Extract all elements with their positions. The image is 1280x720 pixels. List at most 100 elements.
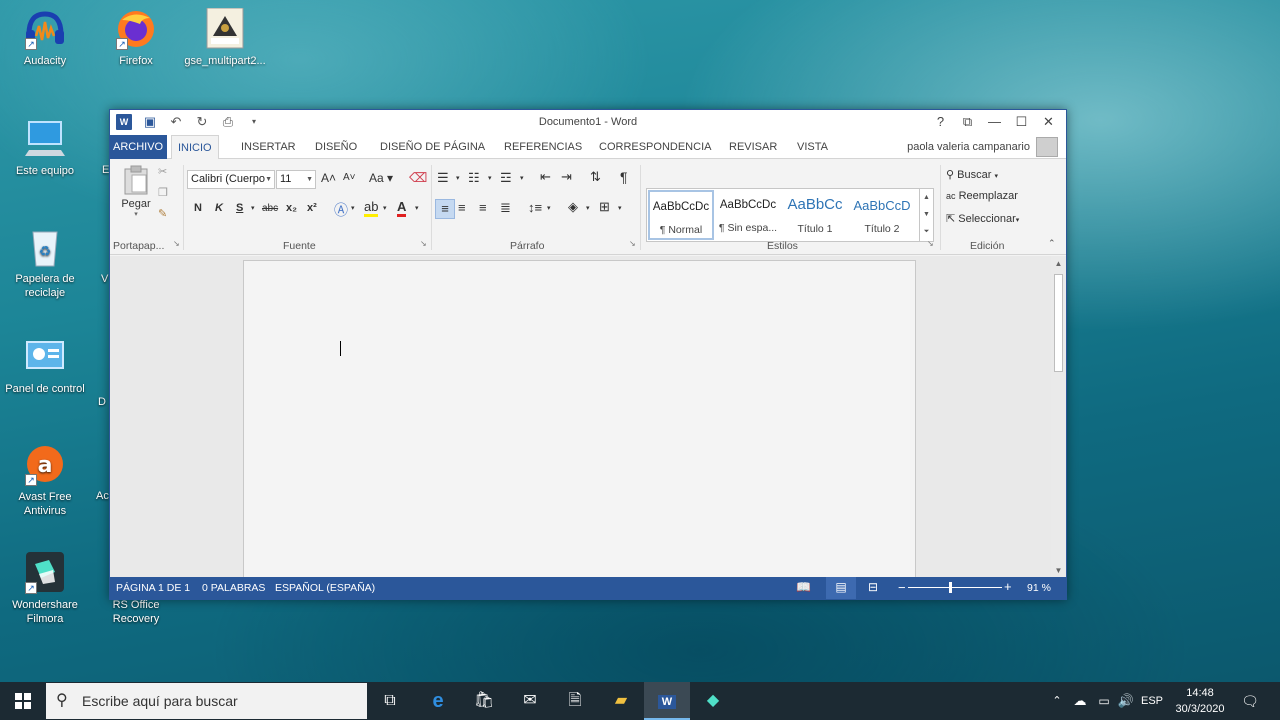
zoom-slider-thumb[interactable]	[949, 582, 952, 593]
edge-icon[interactable]: e	[415, 682, 461, 720]
select-button[interactable]: ⇱ Seleccionar▾	[946, 212, 1019, 225]
borders-dropdown-icon[interactable]: ▾	[618, 204, 622, 212]
change-case-button[interactable]: Aa ▾	[369, 171, 393, 185]
line-spacing-dropdown-icon[interactable]: ▾	[547, 204, 551, 212]
battery-icon[interactable]: ▭	[1095, 682, 1113, 720]
store-icon[interactable]: 🛍	[461, 682, 507, 720]
dialog-launcher-icon[interactable]: ↘	[629, 239, 636, 248]
clock[interactable]: 14:48 30/3/2020	[1162, 685, 1238, 717]
language-status[interactable]: ESPAÑOL (ESPAÑA)	[275, 582, 375, 594]
styles-scroll[interactable]: ▲ ▼ ⏷	[919, 189, 933, 241]
tab-diseno[interactable]: DISEÑO	[309, 135, 363, 159]
web-layout-icon[interactable]: ⊟	[868, 580, 878, 594]
desktop-icon-avast[interactable]: a ↗ Avast Free Antivirus	[0, 444, 90, 518]
dialog-launcher-icon[interactable]: ↘	[420, 239, 427, 248]
subscript-button[interactable]: x₂	[286, 202, 297, 214]
file-explorer-icon[interactable]: ▰	[598, 682, 644, 720]
align-left-button[interactable]: ≡	[435, 199, 455, 219]
tray-overflow-icon[interactable]: ⌃	[1050, 682, 1064, 720]
font-name-combo[interactable]: Calibri (Cuerpo ▼	[187, 170, 275, 189]
strikethrough-button[interactable]: abc	[262, 203, 278, 214]
multilevel-list-icon[interactable]: ☲	[500, 170, 512, 186]
tab-revisar[interactable]: REVISAR	[723, 135, 783, 159]
superscript-button[interactable]: x²	[307, 202, 317, 214]
ribbon-display-icon[interactable]: ⧉	[954, 112, 981, 132]
font-size-combo[interactable]: 11 ▼	[276, 170, 316, 189]
highlight-icon[interactable]: ab	[364, 199, 379, 217]
find-button[interactable]: ⚲ Buscar ▾	[946, 168, 998, 181]
desktop-icon-audacity[interactable]: ↗ Audacity	[0, 8, 90, 68]
increase-indent-icon[interactable]: ⇥	[561, 169, 572, 185]
underline-button[interactable]: S	[236, 202, 243, 214]
word-count[interactable]: 0 PALABRAS	[202, 582, 265, 594]
copy-icon[interactable]: ❐	[158, 186, 168, 199]
shrink-font-icon[interactable]: A˅	[343, 172, 356, 183]
format-painter-icon[interactable]: ✎	[158, 207, 167, 220]
line-spacing-icon[interactable]: ↕≡	[528, 200, 542, 215]
grow-font-icon[interactable]: A˄	[321, 171, 336, 185]
search-input[interactable]: ⚲ Escribe aquí para buscar	[46, 683, 367, 719]
title-bar[interactable]: W ▣ ↶ ↻ ⎙ ▾ Documento1 - Word ? ⧉ — ☐ ✕	[110, 110, 1066, 135]
shading-icon[interactable]: ◈	[568, 199, 578, 215]
show-formatting-icon[interactable]: ¶	[620, 169, 628, 185]
document-app-icon[interactable]: 🗎	[552, 682, 598, 720]
minimize-icon[interactable]: —	[981, 112, 1008, 132]
numbering-icon[interactable]: ☷	[468, 170, 480, 186]
vertical-scrollbar[interactable]: ▲ ▼	[1051, 256, 1066, 578]
desktop-icon-rs-office[interactable]: RS Office Recovery	[91, 598, 181, 626]
start-button[interactable]	[0, 682, 46, 720]
filmora-taskbar-icon[interactable]: ◆	[690, 682, 736, 720]
word-taskbar-icon[interactable]: W	[644, 682, 690, 720]
document-page[interactable]	[243, 260, 916, 578]
task-view-icon[interactable]: ⧉	[367, 682, 413, 720]
read-mode-icon[interactable]: 📖	[796, 580, 811, 594]
scroll-thumb[interactable]	[1054, 274, 1063, 372]
text-effects-icon[interactable]: Ⓐ	[334, 200, 348, 220]
maximize-icon[interactable]: ☐	[1008, 112, 1035, 132]
user-name[interactable]: paola valeria campanario	[907, 141, 1030, 153]
input-language[interactable]: ESP	[1140, 682, 1164, 720]
clear-format-icon[interactable]: ⌫	[409, 170, 427, 186]
style-titulo-1[interactable]: AaBbCc Título 1	[782, 190, 848, 240]
dialog-launcher-icon[interactable]: ↘	[927, 239, 934, 248]
zoom-out-icon[interactable]: −	[898, 580, 906, 595]
document-area[interactable]	[110, 256, 1051, 578]
justify-button[interactable]: ≣	[500, 200, 511, 216]
desktop-icon-filmora[interactable]: ↗ Wondershare Filmora	[0, 552, 90, 626]
desktop-icon-firefox[interactable]: ↗ Firefox	[91, 8, 181, 68]
tab-referencias[interactable]: REFERENCIAS	[498, 135, 588, 159]
collapse-ribbon-icon[interactable]: ⌃	[1048, 238, 1056, 249]
tab-correspondencia[interactable]: CORRESPONDENCIA	[593, 135, 717, 159]
scroll-up-icon[interactable]: ▲	[1051, 259, 1066, 268]
bold-button[interactable]: N	[194, 202, 202, 214]
dialog-launcher-icon[interactable]: ↘	[173, 239, 180, 248]
bullets-dropdown-icon[interactable]: ▾	[456, 174, 460, 182]
notifications-icon[interactable]: 🗨	[1238, 682, 1262, 720]
underline-dropdown-icon[interactable]: ▾	[251, 204, 255, 212]
italic-button[interactable]: K	[215, 202, 223, 214]
text-effects-dropdown-icon[interactable]: ▾	[351, 204, 355, 212]
paste-button[interactable]: Pegar ▾	[118, 165, 154, 225]
avatar[interactable]	[1036, 137, 1058, 157]
desktop-icon-panel-control[interactable]: Panel de control	[0, 336, 90, 396]
highlight-dropdown-icon[interactable]: ▾	[383, 204, 387, 212]
tab-inicio[interactable]: INICIO	[171, 135, 219, 160]
numbering-dropdown-icon[interactable]: ▾	[488, 174, 492, 182]
tab-diseno-pagina[interactable]: DISEÑO DE PÁGINA	[374, 135, 491, 159]
decrease-indent-icon[interactable]: ⇤	[540, 169, 551, 185]
tab-archivo[interactable]: ARCHIVO	[110, 135, 168, 159]
zoom-slider[interactable]	[908, 587, 1002, 588]
shading-dropdown-icon[interactable]: ▾	[586, 204, 590, 212]
help-icon[interactable]: ?	[927, 112, 954, 132]
close-icon[interactable]: ✕	[1035, 112, 1062, 132]
style-sin-espaciado[interactable]: AaBbCcDc ¶ Sin espa...	[715, 190, 781, 240]
desktop-icon-este-equipo[interactable]: Este equipo	[0, 118, 90, 178]
mail-icon[interactable]: ✉	[507, 682, 553, 720]
font-color-dropdown-icon[interactable]: ▾	[415, 204, 419, 212]
cloud-icon[interactable]: ☁	[1070, 682, 1090, 720]
tab-vista[interactable]: VISTA	[791, 135, 834, 159]
font-color-icon[interactable]: A	[397, 199, 407, 217]
volume-icon[interactable]: 🔊	[1117, 682, 1135, 720]
print-layout-icon[interactable]: ▤	[826, 577, 856, 599]
replace-button[interactable]: ac Reemplazar	[946, 190, 1018, 202]
